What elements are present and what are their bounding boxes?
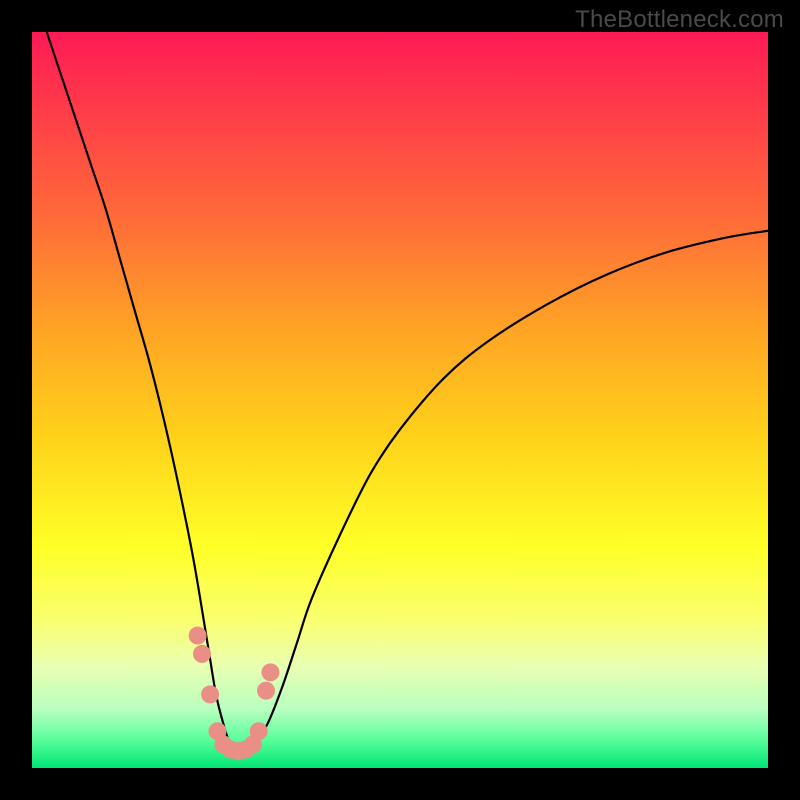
- marker-dot: [257, 682, 275, 700]
- marker-dot: [201, 685, 219, 703]
- marker-dot: [250, 722, 268, 740]
- plot-area: [32, 32, 768, 768]
- curve-layer: [32, 32, 768, 768]
- marker-dot: [193, 645, 211, 663]
- bottleneck-curve: [47, 32, 768, 754]
- marker-dot: [189, 627, 207, 645]
- watermark-text: TheBottleneck.com: [575, 6, 784, 34]
- curve-markers: [189, 627, 280, 761]
- chart-frame: TheBottleneck.com: [0, 0, 800, 800]
- marker-dot: [261, 663, 279, 681]
